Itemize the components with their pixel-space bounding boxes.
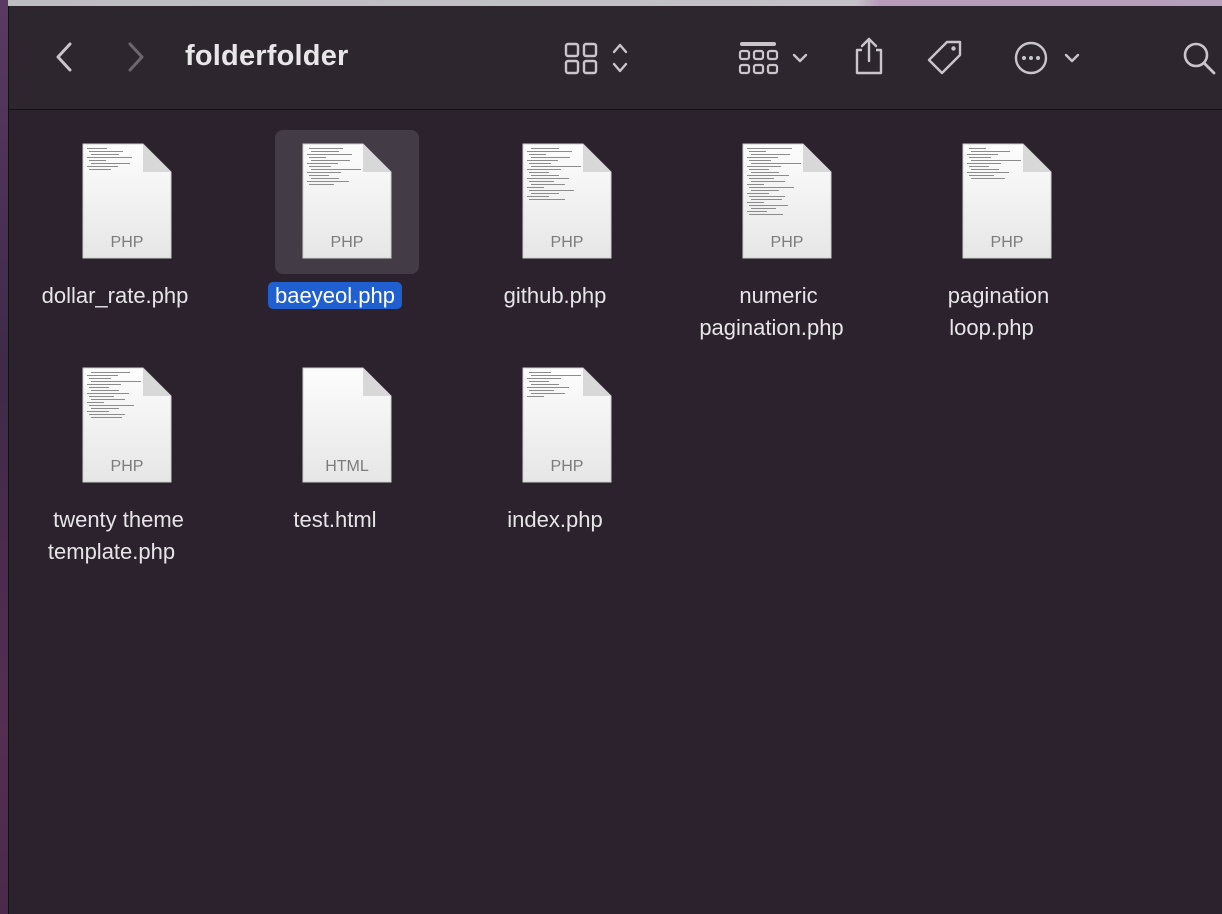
window-title: folderfolder bbox=[185, 40, 349, 72]
file-name[interactable]: dollar_rate.php bbox=[0, 280, 235, 312]
file-name-text: dollar_rate.php bbox=[41, 283, 189, 308]
file-extension-label: PHP bbox=[770, 234, 804, 251]
file-name-text: index.php bbox=[507, 507, 603, 532]
file-icon-container: PHP bbox=[275, 130, 419, 274]
document-preview-lines bbox=[307, 148, 363, 228]
file-extension-label: PHP bbox=[110, 458, 144, 475]
file-name[interactable]: numeric pagination.php bbox=[655, 280, 895, 344]
file-icon-container: HTML bbox=[275, 354, 419, 498]
document-preview-lines bbox=[967, 148, 1023, 228]
document-preview-lines bbox=[87, 148, 143, 228]
finder-window: folderfolder PHP dollar_rate.php PHP bae… bbox=[8, 6, 1222, 914]
file-icon-container: PHP bbox=[55, 354, 199, 498]
share-icon bbox=[851, 36, 887, 76]
file-name[interactable]: index.php bbox=[435, 504, 675, 536]
file-icon-container: PHP bbox=[495, 130, 639, 274]
file-name-text: numeric pagination.php bbox=[699, 283, 844, 340]
file-name-text: baeyeol.php bbox=[268, 282, 402, 309]
file-icon-container: PHP bbox=[495, 354, 639, 498]
file-extension-label: PHP bbox=[990, 234, 1024, 251]
document-preview-lines bbox=[87, 372, 143, 452]
back-button[interactable] bbox=[49, 38, 79, 76]
document-icon: PHP bbox=[301, 142, 393, 260]
file-name[interactable]: baeyeol.php bbox=[215, 280, 455, 312]
tag-button[interactable] bbox=[923, 36, 967, 80]
file-name[interactable]: test.html bbox=[215, 504, 455, 536]
file-name-text: github.php bbox=[503, 283, 607, 308]
search-icon bbox=[1181, 40, 1217, 76]
document-preview-lines bbox=[527, 372, 583, 452]
file-icon-container: PHP bbox=[715, 130, 859, 274]
file-name-text: twenty theme template.php bbox=[47, 507, 184, 564]
document-icon: PHP bbox=[521, 142, 613, 260]
group-grid-icon bbox=[734, 40, 812, 76]
tag-icon bbox=[925, 38, 965, 78]
document-icon: PHP bbox=[521, 366, 613, 484]
document-icon: PHP bbox=[961, 142, 1053, 260]
document-icon: PHP bbox=[741, 142, 833, 260]
desktop-background-left bbox=[0, 0, 8, 914]
file-extension-label: PHP bbox=[550, 234, 584, 251]
chevron-right-icon bbox=[127, 42, 145, 72]
more-actions-button[interactable] bbox=[1009, 36, 1085, 80]
file-icon-container: PHP bbox=[935, 130, 1079, 274]
grid-view-icon bbox=[561, 40, 631, 76]
file-name-text: test.html bbox=[293, 507, 377, 532]
document-icon: PHP bbox=[81, 366, 173, 484]
file-grid: PHP dollar_rate.php PHP baeyeol.php PHP githu… bbox=[9, 110, 1222, 914]
search-button[interactable] bbox=[1179, 36, 1219, 80]
file-name[interactable]: twenty theme template.php bbox=[0, 504, 235, 568]
group-button[interactable] bbox=[733, 38, 813, 78]
document-icon: PHP bbox=[81, 142, 173, 260]
document-preview-lines bbox=[527, 148, 583, 228]
file-icon-container: PHP bbox=[55, 130, 199, 274]
document-icon: HTML bbox=[301, 366, 393, 484]
toolbar: folderfolder bbox=[9, 6, 1222, 110]
ellipsis-circle-icon bbox=[1010, 38, 1084, 78]
chevron-left-icon bbox=[55, 42, 73, 72]
file-extension-label: PHP bbox=[110, 234, 144, 251]
share-button[interactable] bbox=[847, 34, 891, 78]
forward-button[interactable] bbox=[121, 38, 151, 76]
file-name-text: pagination loop.php bbox=[947, 283, 1050, 340]
file-extension-label: PHP bbox=[330, 234, 364, 251]
view-mode-button[interactable] bbox=[559, 38, 633, 78]
file-name[interactable]: github.php bbox=[435, 280, 675, 312]
document-preview-lines bbox=[747, 148, 803, 228]
file-extension-label: HTML bbox=[325, 458, 369, 475]
file-name[interactable]: pagination loop.php bbox=[875, 280, 1115, 344]
file-extension-label: PHP bbox=[550, 458, 584, 475]
